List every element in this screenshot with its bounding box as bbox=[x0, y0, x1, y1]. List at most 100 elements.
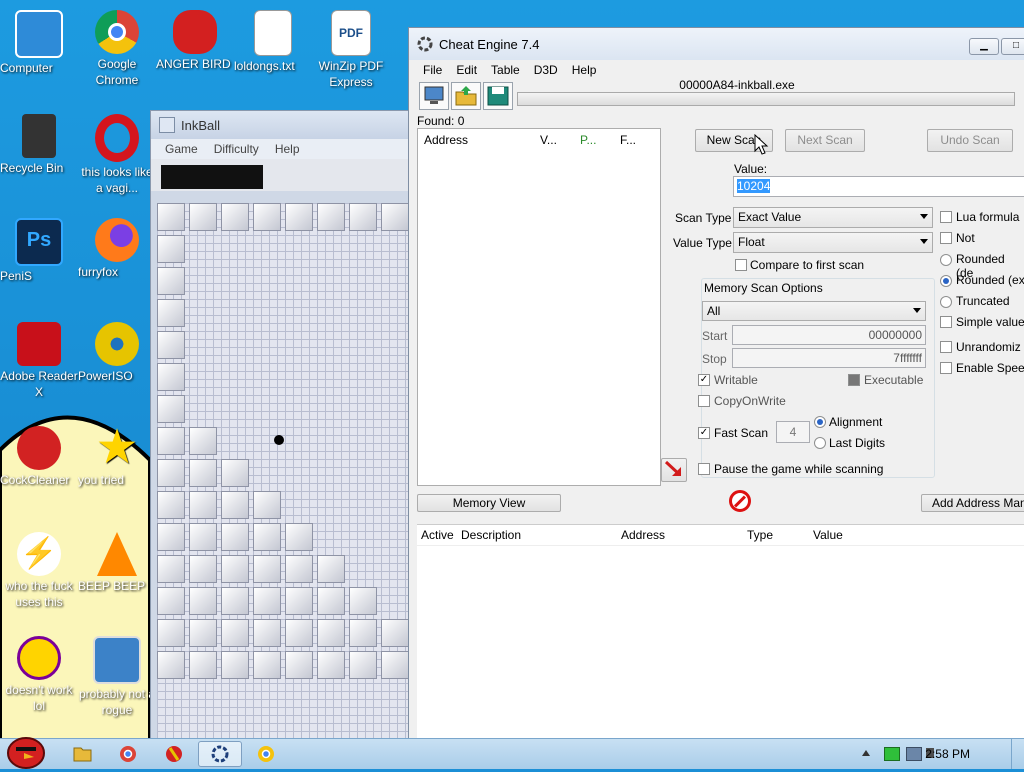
fast-scan-checkbox[interactable]: ✓ bbox=[698, 427, 710, 439]
column-value[interactable]: V... bbox=[534, 133, 574, 147]
desktop-icon-yahoo[interactable]: doesn't work lol bbox=[0, 636, 78, 713]
column-first[interactable]: F... bbox=[614, 133, 654, 147]
open-file-button[interactable] bbox=[451, 82, 481, 110]
writable-checkbox[interactable]: ✓ bbox=[698, 374, 710, 386]
taskbar-ccleaner[interactable] bbox=[152, 741, 196, 767]
taskbar-chrome[interactable] bbox=[106, 741, 150, 767]
desktop-icon-adobe-reader[interactable]: Adobe Reader X bbox=[0, 322, 78, 399]
desktop-icon-winzip-pdf[interactable]: PDF WinZip PDF Express bbox=[312, 10, 390, 89]
desktop-icon-chrome[interactable]: Google Chrome bbox=[78, 10, 156, 87]
battery-icon[interactable] bbox=[884, 747, 900, 761]
inkball-titlebar[interactable]: InkBall bbox=[151, 111, 421, 139]
desktop-icon-photoshop[interactable]: Ps PeniS bbox=[0, 218, 78, 283]
inkball-window[interactable]: InkBall Game Difficulty Help bbox=[150, 110, 422, 742]
alignment-radio[interactable] bbox=[814, 416, 826, 428]
desktop-icon-recycle-bin[interactable]: Recycle Bin bbox=[0, 114, 78, 175]
ce-menubar: File Edit Table D3D Help bbox=[409, 60, 1024, 80]
enable-speedhack-checkbox[interactable] bbox=[940, 362, 952, 374]
not-checkbox[interactable] bbox=[940, 232, 952, 244]
maximize-button[interactable]: □ bbox=[1001, 38, 1024, 55]
inkball-menu-difficulty[interactable]: Difficulty bbox=[214, 142, 259, 156]
column-description[interactable]: Description bbox=[457, 528, 617, 542]
ce-menu-d3d[interactable]: D3D bbox=[534, 63, 558, 77]
column-table-value[interactable]: Value bbox=[809, 528, 893, 542]
desktop-icon-ccleaner[interactable]: CockCleaner bbox=[0, 426, 78, 487]
found-address-list[interactable]: Address V... P... F... bbox=[417, 128, 661, 486]
desktop-icon-vlc[interactable]: BEEP BEEP bbox=[78, 532, 156, 593]
truncated-radio[interactable] bbox=[940, 296, 952, 308]
inkball-tile bbox=[221, 651, 249, 679]
scan-type-select[interactable]: Exact Value bbox=[733, 207, 933, 228]
copy-on-write-checkbox[interactable] bbox=[698, 395, 710, 407]
add-address-manually-button[interactable]: Add Address Man bbox=[921, 494, 1024, 512]
firefox-icon bbox=[95, 218, 139, 262]
add-to-list-arrow-button[interactable] bbox=[661, 458, 687, 482]
column-address[interactable]: Address bbox=[418, 133, 534, 147]
executable-checkbox[interactable] bbox=[848, 374, 860, 386]
start-button[interactable] bbox=[4, 733, 48, 769]
inkball-menu-help[interactable]: Help bbox=[275, 142, 300, 156]
memory-region-select[interactable]: All bbox=[702, 301, 926, 321]
value-type-select[interactable]: Float bbox=[733, 232, 933, 253]
computer-icon bbox=[424, 86, 444, 104]
next-scan-button[interactable]: Next Scan bbox=[785, 129, 865, 152]
inkball-tile bbox=[317, 619, 345, 647]
pause-game-checkbox[interactable] bbox=[698, 463, 710, 475]
inkball-status-bar bbox=[151, 159, 421, 191]
simple-values-label: Simple value bbox=[956, 315, 1024, 329]
column-previous[interactable]: P... bbox=[574, 133, 614, 147]
stop-scan-icon[interactable] bbox=[729, 490, 751, 512]
ce-menu-edit[interactable]: Edit bbox=[456, 63, 477, 77]
desktop-icon-anger-bird[interactable]: ANGER BIRD bbox=[156, 10, 234, 71]
desktop-icon-winamp[interactable]: ⚡ who the fuck uses this bbox=[0, 532, 78, 609]
show-hidden-icons-button[interactable] bbox=[862, 750, 870, 756]
inkball-tile bbox=[189, 203, 217, 231]
inkball-menu-game[interactable]: Game bbox=[165, 142, 198, 156]
undo-scan-button[interactable]: Undo Scan bbox=[927, 129, 1013, 152]
ce-menu-table[interactable]: Table bbox=[491, 63, 520, 77]
start-address-input[interactable]: 00000000 bbox=[732, 325, 926, 345]
arrow-down-right-icon bbox=[664, 460, 682, 477]
column-active[interactable]: Active bbox=[417, 528, 457, 542]
taskbar-cheat-engine[interactable] bbox=[198, 741, 242, 767]
ce-menu-file[interactable]: File bbox=[423, 63, 442, 77]
last-digits-radio[interactable] bbox=[814, 437, 826, 449]
column-table-address[interactable]: Address bbox=[617, 528, 743, 542]
desktop-icon-computer[interactable]: Computer bbox=[0, 10, 78, 75]
select-process-button[interactable] bbox=[419, 82, 449, 110]
network-icon[interactable] bbox=[906, 747, 922, 761]
desktop-icon-opera[interactable]: this looks like a vagi... bbox=[78, 114, 156, 195]
desktop-icon-rogue[interactable]: probably not a rogue bbox=[78, 636, 156, 717]
fast-scan-alignment-input[interactable]: 4 bbox=[776, 421, 810, 443]
desktop-icon-you-tried[interactable]: ★ you tried bbox=[78, 424, 156, 488]
scan-type-label: Scan Type bbox=[675, 211, 732, 225]
value-input[interactable]: 10204 bbox=[733, 176, 1024, 197]
ce-menu-help[interactable]: Help bbox=[572, 63, 597, 77]
stop-address-input[interactable]: 7fffffff bbox=[732, 348, 926, 368]
taskbar-chrome-2[interactable] bbox=[244, 741, 288, 767]
ce-titlebar[interactable]: Cheat Engine 7.4 ▁ □ bbox=[409, 28, 1024, 60]
desktop-icon-loldongs[interactable]: loldongs.txt bbox=[234, 10, 312, 73]
inkball-tile bbox=[189, 459, 217, 487]
taskbar-explorer[interactable] bbox=[60, 741, 104, 767]
inkball-board[interactable] bbox=[157, 203, 421, 741]
simple-values-checkbox[interactable] bbox=[940, 316, 952, 328]
unrandomizer-checkbox[interactable] bbox=[940, 341, 952, 353]
desktop-icon-firefox[interactable]: furryfox bbox=[78, 218, 156, 279]
inkball-tile bbox=[349, 651, 377, 679]
rounded-extreme-radio[interactable] bbox=[940, 275, 952, 287]
compare-first-checkbox[interactable] bbox=[735, 259, 747, 271]
lua-formula-checkbox[interactable] bbox=[940, 211, 952, 223]
desktop-icon-poweriso[interactable]: PowerISO bbox=[78, 322, 156, 383]
save-file-button[interactable] bbox=[483, 82, 513, 110]
memory-view-button[interactable]: Memory View bbox=[417, 494, 561, 512]
copy-on-write-label: CopyOnWrite bbox=[714, 394, 786, 408]
show-desktop-button[interactable] bbox=[1011, 739, 1024, 769]
cheat-table[interactable]: Active Description Address Type Value bbox=[417, 524, 1024, 739]
rounded-default-radio[interactable] bbox=[940, 254, 952, 266]
cheat-engine-window[interactable]: Cheat Engine 7.4 ▁ □ File Edit Table D3D… bbox=[408, 27, 1024, 740]
minimize-button[interactable]: ▁ bbox=[969, 38, 999, 55]
inkball-tile bbox=[381, 651, 409, 679]
taskbar-clock[interactable]: 2:58 PM bbox=[925, 747, 970, 761]
column-type[interactable]: Type bbox=[743, 528, 809, 542]
